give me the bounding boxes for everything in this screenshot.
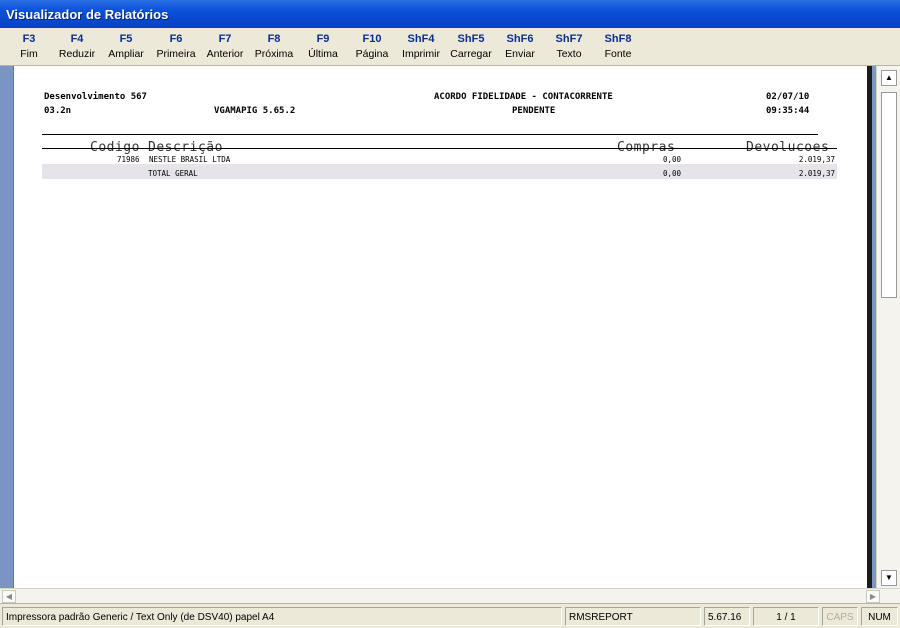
function-key-toolbar: F3 Fim F4 Reduzir F5 Ampliar F6 Primeira…: [0, 28, 900, 66]
fim-key: F3: [22, 33, 36, 45]
carregar-button[interactable]: ShF5 Carregar: [446, 33, 496, 60]
reduzir-label: Reduzir: [58, 48, 96, 60]
texto-button[interactable]: ShF7 Texto: [544, 33, 594, 60]
ultima-button[interactable]: F9 Última: [298, 33, 348, 60]
total-label: TOTAL GERAL: [148, 169, 198, 178]
reduzir-button[interactable]: F4 Reduzir: [52, 33, 102, 60]
scroll-left-icon[interactable]: ◀: [2, 590, 16, 603]
horizontal-scrollbar[interactable]: ◀ ▶: [0, 588, 900, 603]
report-status: PENDENTE: [512, 106, 556, 116]
fonte-label: Fonte: [604, 48, 632, 60]
imprimir-label: Imprimir: [402, 48, 440, 60]
report-page: Desenvolvimento 567 03.2n VGAMAPIG 5.65.…: [14, 66, 867, 588]
report-date: 02/07/10: [766, 92, 810, 102]
pagina-button[interactable]: F10 Página: [347, 33, 397, 60]
report-code: 03.2n: [44, 106, 72, 116]
enviar-button[interactable]: ShF6 Enviar: [495, 33, 545, 60]
vertical-scroll-thumb[interactable]: [881, 92, 897, 298]
total-devolucoes: 2.019,37: [798, 169, 835, 178]
pagina-key: F10: [362, 33, 382, 45]
proxima-label: Próxima: [254, 48, 294, 60]
texto-key: ShF7: [555, 33, 583, 45]
caps-indicator: CAPS: [822, 607, 858, 626]
window-title: Visualizador de Relatórios: [0, 0, 900, 28]
report-program: VGAMAPIG 5.65.2: [214, 106, 296, 116]
texto-label: Texto: [556, 48, 582, 60]
anterior-button[interactable]: F7 Anterior: [200, 33, 250, 60]
primeira-key: F6: [169, 33, 183, 45]
anterior-label: Anterior: [206, 48, 244, 60]
row-descricao: NESTLE BRASIL LTDA: [149, 155, 231, 164]
module-status: RMSREPORT: [565, 607, 701, 626]
total-compras: 0,00: [662, 169, 681, 178]
carregar-key: ShF5: [457, 33, 485, 45]
enviar-key: ShF6: [506, 33, 534, 45]
anterior-key: F7: [218, 33, 232, 45]
fonte-key: ShF8: [604, 33, 632, 45]
enviar-label: Enviar: [505, 48, 535, 60]
primeira-button[interactable]: F6 Primeira: [151, 33, 201, 60]
header-divider-top: [42, 134, 818, 135]
printer-status: Impressora padrão Generic / Text Only (d…: [2, 607, 562, 626]
row-compras: 0,00: [662, 155, 681, 164]
row-devolucoes: 2.019,37: [798, 155, 835, 164]
report-company: Desenvolvimento 567: [44, 92, 147, 102]
carregar-label: Carregar: [450, 48, 492, 60]
version-status: 5.67.16: [704, 607, 750, 626]
num-indicator: NUM: [861, 607, 898, 626]
report-title: ACORDO FIDELIDADE - CONTACORRENTE: [434, 92, 613, 102]
imprimir-key: ShF4: [407, 33, 435, 45]
viewer-left-margin: [0, 66, 14, 588]
ampliar-key: F5: [119, 33, 133, 45]
ultima-key: F9: [316, 33, 330, 45]
scroll-down-icon[interactable]: ▼: [881, 570, 897, 586]
fim-button[interactable]: F3 Fim: [4, 33, 54, 60]
fim-label: Fim: [20, 48, 38, 60]
row-codigo: 71986: [117, 155, 140, 164]
scroll-right-icon[interactable]: ▶: [866, 590, 880, 603]
ampliar-button[interactable]: F5 Ampliar: [101, 33, 151, 60]
proxima-key: F8: [267, 33, 281, 45]
ampliar-label: Ampliar: [108, 48, 144, 60]
page-shadow: [867, 66, 872, 588]
ultima-label: Última: [308, 48, 338, 60]
report-time: 09:35:44: [766, 106, 810, 116]
page-count-status: 1 / 1: [753, 607, 819, 626]
header-divider-bottom: [42, 148, 837, 149]
pagina-label: Página: [355, 48, 389, 60]
vertical-scrollbar[interactable]: ▲ ▼: [876, 66, 900, 588]
scroll-up-icon[interactable]: ▲: [881, 70, 897, 86]
proxima-button[interactable]: F8 Próxima: [249, 33, 299, 60]
status-bar: Impressora padrão Generic / Text Only (d…: [0, 603, 900, 628]
reduzir-key: F4: [70, 33, 84, 45]
imprimir-button[interactable]: ShF4 Imprimir: [396, 33, 446, 60]
primeira-label: Primeira: [156, 48, 196, 60]
report-viewer: Desenvolvimento 567 03.2n VGAMAPIG 5.65.…: [0, 66, 900, 603]
fonte-button[interactable]: ShF8 Fonte: [593, 33, 643, 60]
